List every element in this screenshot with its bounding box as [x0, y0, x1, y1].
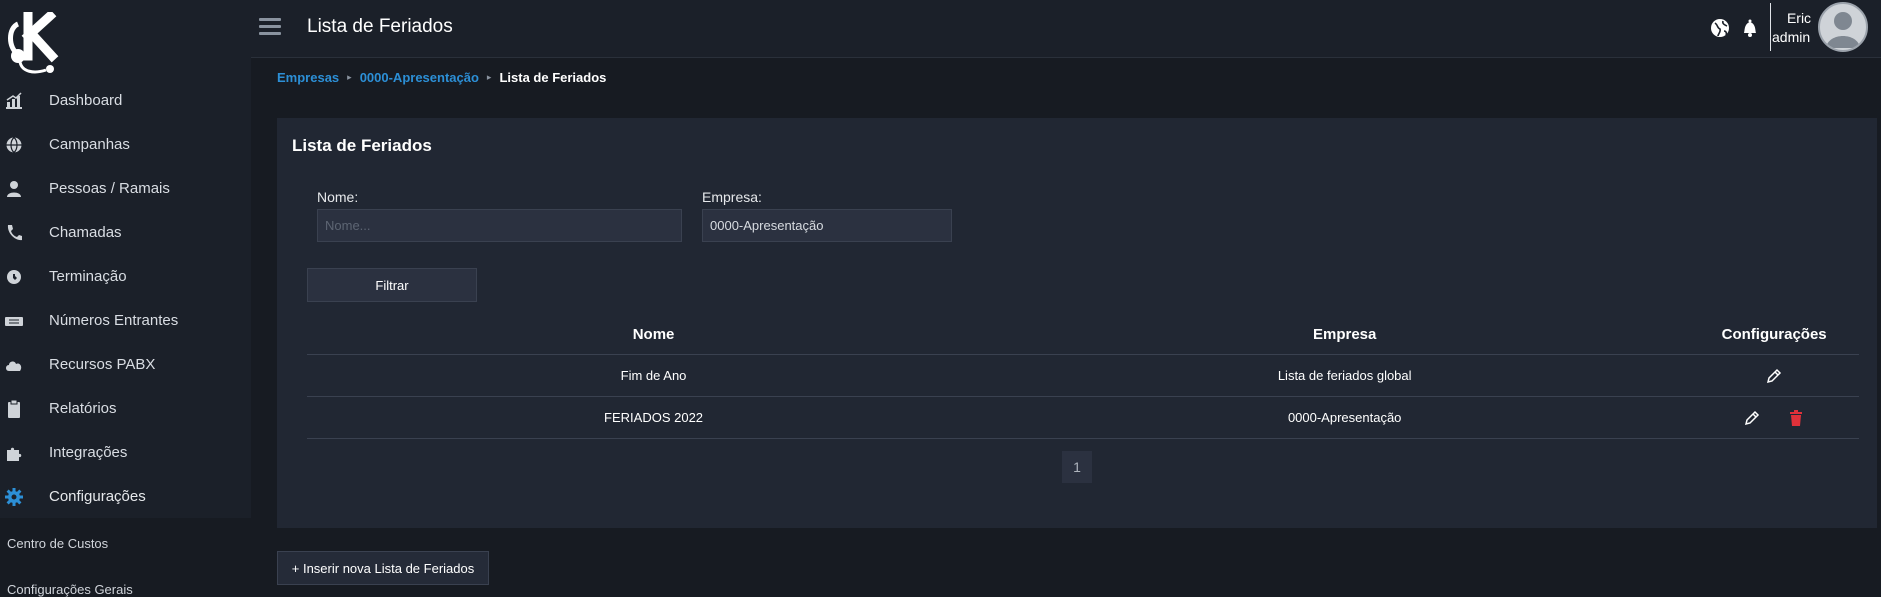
cell-empresa: Lista de feriados global	[1000, 354, 1690, 397]
cloud-icon	[6, 361, 22, 371]
sidebar-item-configuracoes[interactable]: Configurações	[0, 475, 251, 519]
puzzle-icon	[7, 447, 22, 461]
sidebar-item-dashboard[interactable]: Dashboard	[0, 79, 251, 123]
holiday-list-card: Lista de Feriados Nome: Empresa: Filtrar…	[277, 118, 1877, 528]
column-header-configuracoes: Configurações	[1689, 314, 1859, 355]
sidebar-item-label: Terminação	[49, 268, 127, 285]
sidebar-submenu: Centro de Custos Configurações Gerais	[0, 518, 251, 597]
sidebar-item-label: Números Entrantes	[49, 312, 179, 329]
table-row: Fim de Ano Lista de feriados global	[307, 354, 1859, 397]
menu-toggle-icon[interactable]	[259, 18, 281, 36]
breadcrumb-link-empresa[interactable]: 0000-Apresentação	[360, 70, 479, 85]
table-row: FERIADOS 2022 0000-Apresentação	[307, 396, 1859, 439]
avatar[interactable]	[1818, 2, 1868, 52]
notification-bell-icon[interactable]	[1741, 18, 1759, 38]
nome-input[interactable]	[317, 209, 682, 242]
sidebar-item-label: Pessoas / Ramais	[49, 180, 170, 197]
sidebar-item-recursos-pabx[interactable]: Recursos PABX	[0, 343, 251, 387]
sidebar-item-numeros-entrantes[interactable]: Números Entrantes	[0, 299, 251, 343]
sidebar-item-label: Integrações	[49, 444, 128, 461]
filter-button[interactable]: Filtrar	[307, 268, 477, 302]
divider	[1770, 3, 1771, 51]
empresa-input[interactable]	[702, 209, 952, 242]
sidebar: Dashboard Campanhas Pessoas / Ramais Cha…	[0, 0, 251, 597]
phone-icon	[7, 225, 22, 241]
holiday-table: Nome Empresa Configurações Fim de Ano Li…	[307, 314, 1859, 439]
language-globe-icon[interactable]	[1709, 17, 1731, 39]
sidebar-item-label: Recursos PABX	[49, 356, 156, 373]
clipboard-icon	[8, 400, 20, 418]
sidebar-item-terminacao[interactable]: Terminação	[0, 255, 251, 299]
top-bar: Lista de Feriados Eric admin	[251, 0, 1881, 58]
table-header-row: Nome Empresa Configurações	[307, 314, 1859, 355]
insert-holiday-list-button[interactable]: + Inserir nova Lista de Feriados	[277, 551, 489, 585]
gear-icon	[5, 488, 23, 506]
breadcrumb-separator-icon: ▸	[486, 72, 492, 82]
cell-actions	[1689, 396, 1859, 439]
breadcrumb-current: Lista de Feriados	[499, 70, 607, 85]
user-avatar-icon	[1826, 12, 1860, 48]
edit-icon[interactable]	[1766, 368, 1782, 384]
globe-icon	[6, 137, 22, 153]
page-title: Lista de Feriados	[307, 16, 453, 37]
sidebar-nav: Dashboard Campanhas Pessoas / Ramais Cha…	[0, 79, 251, 519]
trash-icon[interactable]	[1788, 409, 1804, 426]
cell-actions	[1689, 354, 1859, 397]
cell-nome: Fim de Ano	[307, 354, 1001, 397]
cell-nome: FERIADOS 2022	[307, 396, 1001, 439]
sidebar-item-chamadas[interactable]: Chamadas	[0, 211, 251, 255]
column-header-empresa: Empresa	[1000, 314, 1690, 355]
sidebar-item-label: Relatórios	[49, 400, 117, 417]
user-name: Eric	[1786, 10, 1812, 26]
user-role: admin	[1772, 29, 1811, 45]
globe-phone-icon	[7, 270, 21, 284]
pagination-page-1[interactable]: 1	[1062, 451, 1092, 483]
column-header-nome: Nome	[307, 314, 1001, 355]
breadcrumb-link-empresas[interactable]: Empresas	[277, 70, 339, 85]
sidebar-item-label: Configurações	[49, 488, 146, 505]
sidebar-item-relatorios[interactable]: Relatórios	[0, 387, 251, 431]
card-title: Lista de Feriados	[292, 136, 432, 155]
empresa-label: Empresa:	[702, 189, 762, 205]
number-icon	[5, 317, 23, 326]
nome-label: Nome:	[317, 189, 359, 205]
cell-empresa: 0000-Apresentação	[1000, 396, 1690, 439]
sidebar-item-pessoas-ramais[interactable]: Pessoas / Ramais	[0, 167, 251, 211]
breadcrumb-separator-icon: ▸	[347, 72, 352, 82]
sidebar-item-label: Campanhas	[49, 136, 130, 153]
sidebar-item-label: Dashboard	[49, 92, 123, 109]
submenu-item-centro-de-custos[interactable]: Centro de Custos	[7, 536, 108, 551]
breadcrumb: Empresas ▸ 0000-Apresentação ▸ Lista de …	[277, 70, 606, 85]
sidebar-item-label: Chamadas	[49, 224, 122, 241]
sidebar-item-integracoes[interactable]: Integrações	[0, 431, 251, 475]
chart-icon	[6, 92, 22, 109]
person-icon	[7, 181, 21, 197]
sidebar-item-campanhas[interactable]: Campanhas	[0, 123, 251, 167]
logo	[6, 9, 76, 76]
edit-icon[interactable]	[1744, 410, 1760, 426]
